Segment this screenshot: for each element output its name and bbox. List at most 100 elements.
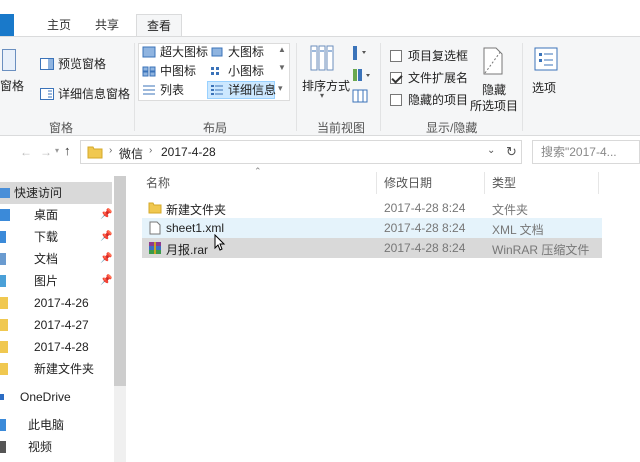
- nav-pane-button[interactable]: 窗格: [0, 77, 24, 95]
- nav-item-folder[interactable]: 新建文件夹: [0, 358, 94, 380]
- nav-scrollbar-thumb[interactable]: [114, 176, 126, 386]
- details-view-icon: [211, 85, 223, 95]
- breadcrumb-item[interactable]: 2017-4-28: [161, 145, 216, 159]
- column-header-modified[interactable]: 修改日期: [384, 174, 432, 191]
- nav-item-folder[interactable]: 2017-4-28: [0, 336, 89, 358]
- hide-selected-button[interactable]: 隐藏 所选项目: [470, 45, 519, 113]
- file-row[interactable]: 新建文件夹 2017-4-28 8:24 文件夹: [142, 198, 602, 218]
- sort-by-icon: [310, 45, 334, 71]
- search-input[interactable]: 搜索"2017-4...: [532, 140, 640, 164]
- file-extensions-toggle[interactable]: 文件扩展名: [390, 69, 468, 87]
- breadcrumb-item[interactable]: 微信: [119, 145, 143, 162]
- layout-group-label: 布局: [202, 121, 227, 135]
- desktop-icon: [0, 209, 10, 221]
- folder-icon: [0, 341, 8, 353]
- hidden-items-checkbox[interactable]: [390, 94, 402, 106]
- file-row[interactable]: sheet1.xml 2017-4-28 8:24 XML 文档: [142, 218, 602, 238]
- column-divider[interactable]: [484, 172, 485, 194]
- tab-view[interactable]: 查看: [136, 14, 182, 36]
- hidden-items-label: 隐藏的项目: [408, 93, 469, 107]
- layout-scroll-up-icon[interactable]: ▲: [278, 45, 286, 54]
- file-name: 月报.rar: [166, 243, 209, 257]
- pin-icon[interactable]: 📌: [100, 209, 112, 220]
- pin-icon[interactable]: 📌: [100, 231, 112, 242]
- nav-label: 桌面: [34, 208, 59, 222]
- nav-videos[interactable]: 视频: [0, 436, 52, 458]
- small-icons-icon: [211, 67, 219, 75]
- column-divider[interactable]: [376, 172, 377, 194]
- preview-pane-button[interactable]: 预览窗格: [40, 55, 106, 73]
- nav-this-pc[interactable]: 此电脑: [0, 414, 64, 436]
- medium-icons-icon: [142, 66, 156, 77]
- layout-medium-icons[interactable]: 中图标: [142, 62, 196, 80]
- layout-list[interactable]: 列表: [142, 81, 184, 99]
- options-icon: [534, 47, 558, 71]
- nav-quick-access[interactable]: 快速访问: [0, 182, 112, 204]
- pin-icon[interactable]: 📌: [100, 275, 112, 286]
- column-divider[interactable]: [598, 172, 599, 194]
- nav-item-downloads[interactable]: 下载: [0, 226, 58, 248]
- hidden-items-toggle[interactable]: 隐藏的项目: [390, 91, 468, 109]
- pin-icon[interactable]: 📌: [100, 253, 112, 264]
- ribbon: 窗格 预览窗格 详细信息窗格 窗格 超大图标 大图标 中图标 小图标 列表 详细…: [0, 36, 640, 136]
- nav-label: 快速访问: [14, 186, 63, 200]
- recent-locations-icon[interactable]: ▾: [55, 146, 59, 155]
- layout-details[interactable]: 详细信息: [207, 81, 277, 99]
- nav-onedrive[interactable]: OneDrive: [0, 386, 71, 408]
- folder-icon: [0, 297, 8, 309]
- file-type: 文件夹: [492, 203, 529, 217]
- add-columns-button[interactable]: [352, 67, 374, 83]
- layout-label: 列表: [160, 83, 185, 97]
- layout-scroll-down-icon[interactable]: ▼: [278, 63, 286, 72]
- nav-item-pictures[interactable]: 图片: [0, 270, 58, 292]
- file-row[interactable]: 月报.rar 2017-4-28 8:24 WinRAR 压缩文件: [142, 238, 602, 258]
- nav-label: 2017-4-26: [34, 296, 89, 310]
- documents-icon: [0, 253, 6, 265]
- file-name: 新建文件夹: [166, 203, 227, 217]
- tab-share[interactable]: 共享: [88, 14, 126, 36]
- column-header-type[interactable]: 类型: [492, 174, 516, 191]
- nav-item-documents[interactable]: 文档: [0, 248, 58, 270]
- tab-home[interactable]: 主页: [40, 14, 78, 36]
- nav-item-folder[interactable]: 2017-4-27: [0, 314, 89, 336]
- layout-large-icons[interactable]: 大图标: [210, 43, 264, 61]
- hide-selected-label-2: 所选项目: [470, 99, 519, 113]
- hide-selected-label: 隐藏: [482, 83, 507, 97]
- back-arrow-icon[interactable]: ←: [20, 145, 32, 159]
- size-columns-button[interactable]: [352, 89, 368, 103]
- nav-item-folder[interactable]: 2017-4-26: [0, 292, 89, 314]
- show-hide-group-label: 显示/隐藏: [426, 121, 478, 135]
- layout-extra-large-icons[interactable]: 超大图标: [142, 43, 208, 61]
- layout-small-icons[interactable]: 小图标: [210, 62, 264, 80]
- separator: [522, 43, 523, 131]
- column-header-name[interactable]: 名称: [146, 174, 170, 191]
- sort-by-button[interactable]: 排序方式 ▾: [300, 43, 350, 100]
- layout-label: 详细信息: [228, 83, 277, 97]
- up-arrow-icon[interactable]: ↑: [64, 143, 71, 158]
- sort-ascending-icon: ⌃: [254, 166, 262, 176]
- details-pane-button[interactable]: 详细信息窗格: [40, 85, 130, 103]
- nav-item-desktop[interactable]: 桌面: [0, 204, 59, 226]
- quick-access-star-icon: [0, 188, 10, 198]
- sort-by-dropdown-icon: ▾: [320, 91, 325, 100]
- group-by-button[interactable]: [352, 45, 374, 61]
- folder-icon: [0, 319, 8, 331]
- file-extensions-checkbox[interactable]: [390, 72, 402, 84]
- nav-label: 2017-4-28: [34, 340, 89, 354]
- options-button[interactable]: 选项: [526, 45, 566, 105]
- options-label: 选项: [532, 81, 557, 95]
- file-tab-edge[interactable]: [0, 14, 14, 36]
- layout-expand-icon[interactable]: ▾: [278, 83, 283, 94]
- forward-arrow-icon[interactable]: →: [40, 145, 52, 159]
- add-columns-icon: [353, 69, 370, 81]
- current-view-group-label: 当前视图: [316, 121, 365, 135]
- address-dropdown-icon[interactable]: ⌄: [487, 145, 495, 156]
- file-modified: 2017-4-28 8:24: [384, 221, 466, 235]
- address-bar[interactable]: › 微信 › 2017-4-28 ⌄: [80, 140, 522, 164]
- pictures-icon: [0, 275, 6, 287]
- mouse-cursor-icon: [214, 234, 226, 251]
- refresh-icon[interactable]: ↻: [506, 144, 517, 160]
- item-checkboxes-toggle[interactable]: 项目复选框: [390, 47, 468, 65]
- item-checkboxes-checkbox[interactable]: [390, 50, 402, 62]
- ribbon-tab-bar: 主页 共享 查看: [0, 0, 640, 36]
